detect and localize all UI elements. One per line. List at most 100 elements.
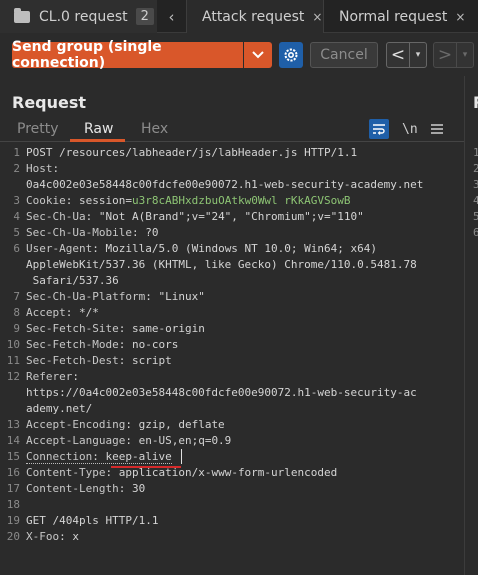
header-value: */* bbox=[72, 306, 99, 319]
code-line: Host: bbox=[26, 161, 59, 177]
code-line: Accept: */* bbox=[26, 305, 99, 321]
header-colon: : bbox=[125, 434, 132, 447]
header-name: Sec-Fetch-Site bbox=[26, 322, 119, 335]
line-number: 14 bbox=[6, 434, 20, 447]
line-number: 18 bbox=[6, 498, 20, 511]
tab-normal-request[interactable]: Normal request × bbox=[325, 0, 478, 33]
tab-group-count-badge: 2 bbox=[135, 8, 154, 25]
back-arrow-icon[interactable]: < bbox=[387, 43, 409, 67]
code-line: User-Agent: Mozilla/5.0 (Windows NT 10.0… bbox=[26, 241, 377, 257]
code-line: AppleWebKit/537.36 (KHTML, like Gecko) C… bbox=[26, 258, 417, 271]
tab-normal-label: Normal request bbox=[339, 8, 448, 25]
line-number: 10 bbox=[6, 338, 20, 351]
show-newlines-toggle[interactable]: \n bbox=[402, 119, 418, 139]
close-icon[interactable]: × bbox=[455, 10, 465, 24]
code-line: X-Foo: x bbox=[26, 529, 79, 545]
header-value: application/x-www-form-urlencoded bbox=[112, 466, 338, 479]
close-icon[interactable]: × bbox=[312, 10, 322, 24]
word-wrap-icon bbox=[373, 124, 385, 135]
active-tab-indicator bbox=[70, 139, 125, 142]
tab-bar: CL.0 request 2 ‹ Attack request × Normal… bbox=[0, 0, 478, 33]
code-line: Content-Type: application/x-www-form-url… bbox=[26, 465, 337, 481]
header-value: en-US,en;q=0.9 bbox=[131, 434, 232, 447]
header-name: Sec-Ch-Ua bbox=[26, 210, 86, 223]
line-number: 1 bbox=[473, 146, 478, 159]
request-panel: Request Pretty Raw Hex \n 1 POST /resourc… bbox=[0, 76, 464, 575]
tab-pretty[interactable]: Pretty bbox=[17, 121, 59, 137]
cookie-value: u3r8cABHxdzbuOAtkw0Wwl rKkAGVSowB bbox=[131, 194, 351, 207]
header-name: Content-Length bbox=[26, 482, 119, 495]
line-number: 16 bbox=[6, 466, 20, 479]
request-view-tabs: Pretty Raw Hex \n bbox=[0, 118, 464, 142]
line-number: 15 bbox=[6, 450, 20, 463]
header-name: Referer bbox=[26, 370, 73, 383]
line-number: 8 bbox=[13, 306, 20, 319]
code-line: Sec-Fetch-Site: same-origin bbox=[26, 321, 205, 337]
line-number: 5 bbox=[13, 226, 20, 239]
header-name: Sec-Fetch-Dest bbox=[26, 354, 119, 367]
header-name: Host bbox=[26, 162, 53, 175]
header-colon: : bbox=[125, 418, 132, 431]
line-number: 2 bbox=[473, 162, 478, 175]
line-number: 17 bbox=[6, 482, 20, 495]
line-number: 7 bbox=[13, 290, 20, 303]
code-line: Sec-Fetch-Mode: no-cors bbox=[26, 337, 178, 353]
header-value: "Not A(Brand";v="24", "Chromium";v="110" bbox=[92, 210, 364, 223]
header-colon: : bbox=[131, 226, 139, 239]
code-line: Accept-Language: en-US,en;q=0.9 bbox=[26, 433, 231, 449]
header-value: "Linux" bbox=[151, 290, 205, 303]
code-line: Connection: keep-alive bbox=[26, 449, 172, 465]
response-panel: R 1 2 3 4 5 6 bbox=[464, 76, 478, 575]
tab-attack-request[interactable]: Attack request × bbox=[186, 0, 324, 33]
line-number: 19 bbox=[6, 514, 20, 527]
send-options-dropdown[interactable] bbox=[244, 42, 272, 68]
tab-group-label: CL.0 request bbox=[39, 8, 128, 25]
header-name: Sec-Ch-Ua-Platform bbox=[26, 290, 146, 303]
chevron-down-icon bbox=[252, 51, 264, 59]
request-title: Request bbox=[12, 93, 87, 112]
header-colon: : bbox=[145, 290, 152, 303]
header-colon: : bbox=[52, 162, 60, 175]
code-line: Content-Length: 30 bbox=[26, 481, 145, 497]
line-number: 2 bbox=[13, 162, 20, 175]
history-forward-control[interactable]: > ▾ bbox=[433, 42, 474, 68]
header-name: Accept bbox=[26, 306, 66, 319]
word-wrap-toggle[interactable] bbox=[369, 119, 389, 139]
line-number: 6 bbox=[13, 242, 20, 255]
forward-arrow-icon[interactable]: > bbox=[434, 43, 456, 67]
line-number: 13 bbox=[6, 418, 20, 431]
line-number: 3 bbox=[13, 194, 20, 207]
text-cursor bbox=[181, 449, 182, 464]
send-group-button[interactable]: Send group (single connection) bbox=[12, 39, 243, 71]
cancel-button[interactable]: Cancel bbox=[310, 42, 378, 68]
header-value: gzip, deflate bbox=[131, 418, 225, 431]
response-title: R bbox=[473, 93, 478, 112]
header-colon: : bbox=[72, 370, 79, 383]
code-line: 0a4c002e03e58448c00fdcfe00e90072.h1-web-… bbox=[26, 178, 424, 191]
tab-group-cl0[interactable]: CL.0 request 2 bbox=[0, 0, 157, 33]
header-name: X-Foo bbox=[26, 530, 60, 543]
line-number: 1 bbox=[13, 146, 20, 159]
response-line-numbers: 1 2 3 4 5 6 bbox=[473, 145, 478, 241]
menu-icon[interactable] bbox=[431, 119, 443, 139]
tab-raw[interactable]: Raw bbox=[84, 121, 113, 137]
header-value: keep-alive bbox=[98, 450, 172, 463]
header-name: Connection bbox=[26, 450, 93, 463]
code-line: Referer: bbox=[26, 369, 79, 385]
header-colon: : bbox=[92, 242, 99, 255]
header-name: Accept-Encoding bbox=[26, 418, 126, 431]
tab-attack-label: Attack request bbox=[202, 8, 305, 25]
toolbar: Send group (single connection) Cancel < … bbox=[0, 34, 478, 76]
line-number: 3 bbox=[473, 178, 478, 191]
forward-history-dropdown-icon[interactable]: ▾ bbox=[456, 43, 473, 67]
settings-button[interactable] bbox=[279, 42, 303, 68]
highlighted-header: Connection: keep-alive bbox=[26, 450, 172, 464]
collapse-group-chevron-icon[interactable]: ‹ bbox=[158, 0, 185, 33]
tab-hex[interactable]: Hex bbox=[141, 121, 168, 137]
header-value: Mozilla/5.0 (Windows NT 10.0; Win64; x64… bbox=[98, 242, 378, 255]
history-back-control[interactable]: < ▾ bbox=[386, 42, 427, 68]
back-history-dropdown-icon[interactable]: ▾ bbox=[409, 43, 426, 67]
header-value: ?0 bbox=[138, 226, 159, 239]
folder-icon bbox=[14, 7, 30, 23]
line-number: 12 bbox=[6, 370, 20, 383]
